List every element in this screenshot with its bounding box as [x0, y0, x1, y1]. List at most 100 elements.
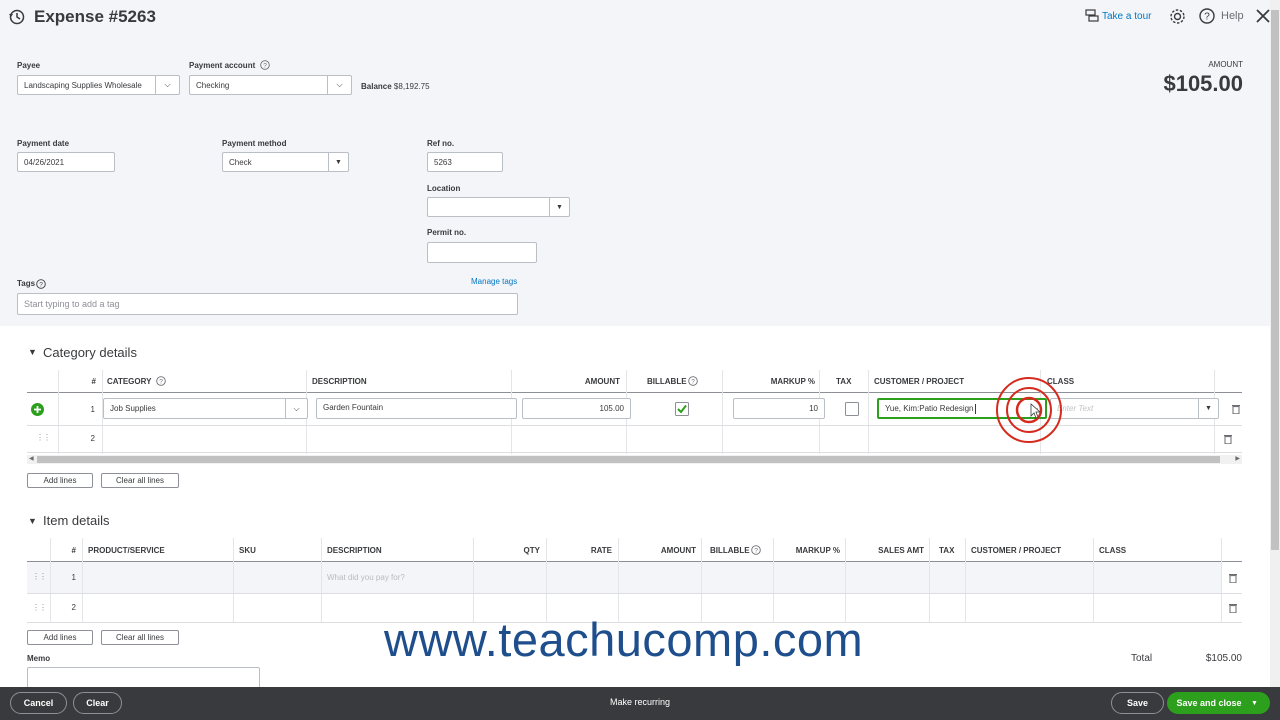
take-tour-link[interactable]: Take a tour — [1102, 11, 1151, 22]
clear-all-lines-button[interactable]: Clear all lines — [101, 630, 179, 645]
gear-icon[interactable] — [1169, 8, 1186, 25]
svg-text:?: ? — [691, 378, 695, 385]
chevron-down-icon: ⌵ — [285, 399, 307, 418]
svg-text:?: ? — [39, 281, 43, 288]
info-icon[interactable]: ? — [36, 279, 46, 289]
tax-checkbox[interactable] — [845, 402, 859, 416]
col-num: # — [71, 546, 76, 555]
grid-line — [845, 538, 846, 622]
col-sku: SKU — [239, 546, 256, 555]
grid-line — [701, 538, 702, 622]
payment-date-input[interactable]: 04/26/2021 — [17, 152, 115, 172]
payee-select[interactable]: Landscaping Supplies Wholesale ⌵ — [17, 75, 180, 95]
row-divider — [27, 593, 1242, 594]
markup-input[interactable]: 10 — [733, 398, 825, 419]
svg-text:?: ? — [159, 378, 163, 385]
caret-down-icon: ▼ — [328, 153, 348, 171]
close-icon[interactable] — [1255, 8, 1271, 24]
description-input[interactable]: Garden Fountain — [316, 398, 517, 419]
category-select[interactable]: Job Supplies ⌵ — [103, 398, 308, 419]
grid-line — [82, 538, 83, 622]
col-description: DESCRIPTION — [327, 546, 382, 555]
info-icon[interactable]: ? — [751, 545, 761, 555]
make-recurring-link[interactable]: Make recurring — [590, 697, 690, 707]
col-tax: TAX — [836, 377, 852, 386]
payment-account-label: Payment account — [189, 61, 256, 70]
collapse-triangle-icon[interactable]: ▼ — [28, 516, 37, 526]
amount-input[interactable]: 105.00 — [522, 398, 631, 419]
row-number: 1 — [90, 405, 95, 414]
drag-handle-icon[interactable]: ⋮⋮ — [32, 572, 47, 581]
info-icon[interactable]: ? — [688, 376, 698, 386]
payee-label: Payee — [17, 61, 41, 70]
class-select[interactable]: Enter Text ▼ — [1050, 398, 1219, 419]
tour-icon[interactable] — [1085, 9, 1099, 23]
col-amount: AMOUNT — [660, 546, 696, 555]
save-button[interactable]: Save — [1111, 692, 1164, 714]
drag-handle-icon[interactable]: ⋮⋮ — [36, 433, 51, 442]
grid-line — [868, 370, 869, 454]
scroll-right-icon[interactable]: ▶ — [1235, 455, 1240, 462]
clear-button[interactable]: Clear — [73, 692, 122, 714]
location-select[interactable]: ▼ — [427, 197, 570, 217]
add-lines-button[interactable]: Add lines — [27, 473, 93, 488]
scrollbar-thumb[interactable] — [37, 456, 1220, 463]
trash-icon[interactable] — [1232, 404, 1240, 414]
footer-bar: Cancel Clear Make recurring Save Save an… — [0, 687, 1280, 720]
help-icon[interactable]: ? — [1199, 8, 1215, 24]
permit-no-label: Permit no. — [427, 228, 467, 237]
manage-tags-link[interactable]: Manage tags — [471, 277, 517, 286]
scrollbar-thumb[interactable] — [1271, 10, 1279, 550]
cancel-button[interactable]: Cancel — [10, 692, 67, 714]
col-markup: MARKUP % — [795, 546, 840, 555]
item-description-placeholder[interactable]: What did you pay for? — [327, 573, 405, 582]
total-value: $105.00 — [1205, 653, 1242, 664]
billable-checkbox[interactable] — [675, 402, 689, 416]
markup-value: 10 — [809, 404, 818, 413]
add-lines-button[interactable]: Add lines — [27, 630, 93, 645]
location-label: Location — [427, 184, 461, 193]
vertical-scrollbar[interactable] — [1270, 0, 1280, 687]
payment-account-select[interactable]: Checking ⌵ — [189, 75, 352, 95]
tags-placeholder: Start typing to add a tag — [24, 299, 120, 309]
chevron-down-icon: ⌵ — [327, 76, 351, 94]
ref-no-input[interactable]: 5263 — [427, 152, 503, 172]
info-icon[interactable]: ? — [156, 376, 166, 386]
payment-account-value: Checking — [196, 80, 230, 90]
text-cursor — [974, 403, 976, 414]
collapse-triangle-icon[interactable]: ▼ — [28, 347, 37, 357]
col-customer-project: CUSTOMER / PROJECT — [874, 377, 965, 386]
ref-no-label: Ref no. — [427, 139, 455, 148]
save-and-close-label: Save and close — [1176, 698, 1242, 708]
scroll-left-icon[interactable]: ◀ — [29, 455, 34, 462]
trash-icon[interactable] — [1229, 603, 1237, 613]
clear-all-lines-button[interactable]: Clear all lines — [101, 473, 179, 488]
description-value: Garden Fountain — [323, 403, 384, 412]
category-value: Job Supplies — [110, 404, 156, 413]
payment-method-select[interactable]: Check ▼ — [222, 152, 349, 172]
memo-label: Memo — [27, 654, 51, 663]
grid-line — [929, 538, 930, 622]
page-title: Expense #5263 — [34, 7, 156, 26]
grid-line — [473, 538, 474, 622]
horizontal-scrollbar[interactable]: ◀ ▶ — [27, 455, 1242, 464]
tags-input[interactable]: Start typing to add a tag — [17, 293, 518, 315]
category-details-title: Category details — [43, 345, 137, 360]
save-and-close-button[interactable]: Save and close ▼ — [1167, 692, 1270, 714]
col-rate: RATE — [590, 546, 612, 555]
permit-no-input[interactable] — [427, 242, 537, 263]
history-icon[interactable] — [8, 8, 26, 26]
memo-textarea[interactable] — [27, 667, 260, 689]
add-row-icon[interactable] — [31, 403, 44, 416]
col-markup: MARKUP % — [770, 377, 815, 386]
grid-line — [722, 370, 723, 454]
trash-icon[interactable] — [1229, 573, 1237, 583]
caret-down-icon[interactable]: ▼ — [1251, 700, 1258, 707]
grid-line — [233, 538, 234, 622]
grid-line — [321, 538, 322, 622]
trash-icon[interactable] — [1224, 434, 1232, 444]
drag-handle-icon[interactable]: ⋮⋮ — [32, 603, 47, 612]
info-icon[interactable]: ? — [260, 60, 270, 70]
help-label[interactable]: Help — [1221, 10, 1244, 22]
grid-line — [618, 538, 619, 622]
